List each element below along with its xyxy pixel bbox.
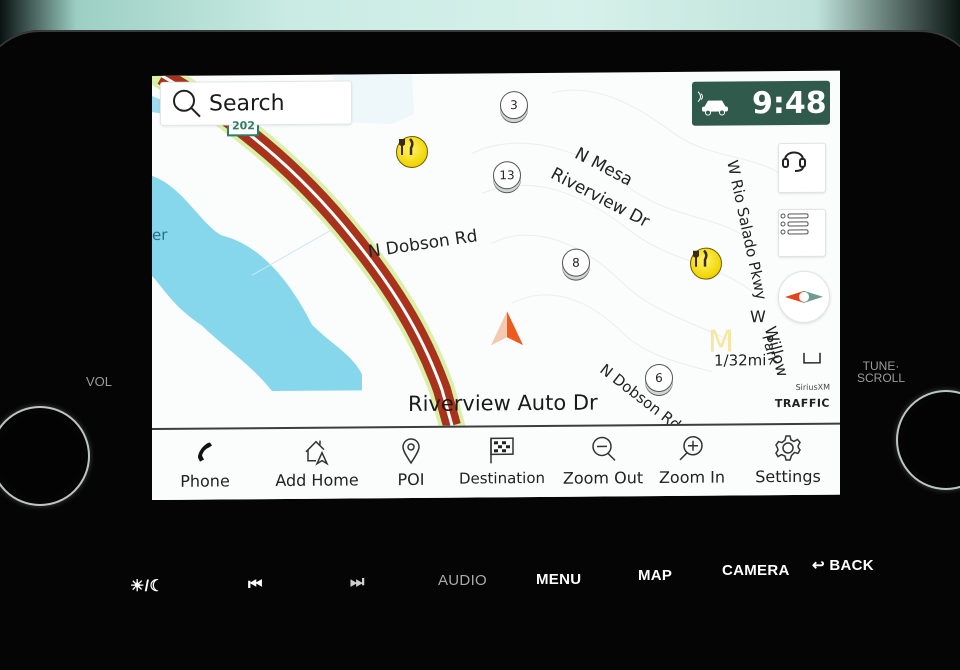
zoom-out-icon bbox=[586, 434, 620, 464]
back-button[interactable]: ↩ BACK bbox=[812, 556, 874, 574]
zoom-in-label: Zoom In bbox=[659, 467, 725, 487]
zoom-in-button[interactable]: Zoom In bbox=[648, 425, 736, 498]
navigation-map[interactable]: M Search 202 9:48 bbox=[152, 71, 840, 428]
settings-label: Settings bbox=[755, 467, 821, 487]
clock-panel: 9:48 bbox=[692, 81, 830, 126]
zoom-out-button[interactable]: Zoom Out bbox=[558, 426, 648, 499]
back-arrow-icon: ↩ bbox=[812, 557, 825, 574]
zoom-out-label: Zoom Out bbox=[563, 468, 643, 488]
infotainment-screen: M Search 202 9:48 bbox=[152, 71, 840, 500]
destination-label: Destination bbox=[459, 469, 545, 488]
search-button[interactable]: Search bbox=[160, 80, 352, 126]
route-shield-number: 202 bbox=[232, 119, 255, 132]
car-traffic-icon bbox=[696, 85, 736, 121]
add-home-icon bbox=[300, 437, 334, 467]
poi-label: POI bbox=[398, 470, 425, 489]
poi-cluster-marker[interactable]: 13 bbox=[493, 161, 521, 189]
phone-icon bbox=[188, 437, 222, 467]
previous-track-button[interactable]: ⏮ bbox=[248, 576, 263, 594]
next-track-button[interactable]: ⏭ bbox=[350, 574, 365, 592]
restaurant-poi[interactable] bbox=[690, 248, 722, 280]
settings-button[interactable]: Settings bbox=[736, 425, 840, 498]
location-pin-icon bbox=[394, 436, 428, 466]
checkered-flag-icon bbox=[485, 435, 519, 465]
back-label: BACK bbox=[829, 557, 874, 574]
search-icon bbox=[169, 86, 205, 122]
siriusxm-traffic-badge: SiriusXM TRAFFIC bbox=[772, 383, 830, 411]
phone-label: Phone bbox=[180, 471, 230, 490]
clock-time: 9:48 bbox=[752, 85, 827, 121]
map-scale: 1/32mi bbox=[714, 351, 766, 369]
search-label: Search bbox=[209, 90, 285, 116]
poi-cluster-marker[interactable]: 3 bbox=[500, 91, 528, 119]
list-menu-button[interactable] bbox=[778, 209, 826, 257]
road-label-w: W bbox=[750, 307, 766, 326]
zoom-in-icon bbox=[675, 434, 709, 464]
day-night-button[interactable]: ☀/☾ bbox=[130, 576, 164, 596]
voice-assistant-button[interactable] bbox=[778, 143, 826, 193]
compass-button[interactable] bbox=[778, 271, 830, 323]
vehicle-position-arrow bbox=[491, 311, 523, 345]
menu-button[interactable]: MENU bbox=[536, 571, 581, 588]
bottom-toolbar: Phone Add Home POI Destination Zoom Out … bbox=[152, 423, 840, 500]
poi-cluster-marker[interactable]: 8 bbox=[562, 249, 590, 277]
minor-road bbox=[252, 230, 332, 276]
poi-button[interactable]: POI bbox=[376, 428, 446, 500]
current-street-bar: Riverview Auto Dr bbox=[152, 387, 840, 428]
scale-bar bbox=[804, 353, 820, 363]
map-button[interactable]: MAP bbox=[638, 567, 672, 584]
road-label-partial: er bbox=[152, 226, 167, 244]
volume-label: VOL bbox=[86, 376, 112, 388]
tune-scroll-label: TUNE·SCROLL bbox=[856, 360, 906, 384]
current-street-name: Riverview Auto Dr bbox=[408, 390, 598, 415]
restaurant-poi[interactable] bbox=[396, 136, 428, 168]
gear-icon bbox=[771, 433, 805, 463]
traffic-brand: SiriusXM bbox=[772, 383, 830, 392]
phone-button[interactable]: Phone bbox=[152, 429, 258, 500]
destination-button[interactable]: Destination bbox=[446, 427, 558, 500]
add-home-button[interactable]: Add Home bbox=[258, 428, 376, 500]
traffic-label: TRAFFIC bbox=[775, 397, 830, 410]
audio-button[interactable]: AUDIO bbox=[438, 572, 487, 589]
camera-button[interactable]: CAMERA bbox=[722, 562, 790, 579]
add-home-label: Add Home bbox=[275, 470, 358, 490]
